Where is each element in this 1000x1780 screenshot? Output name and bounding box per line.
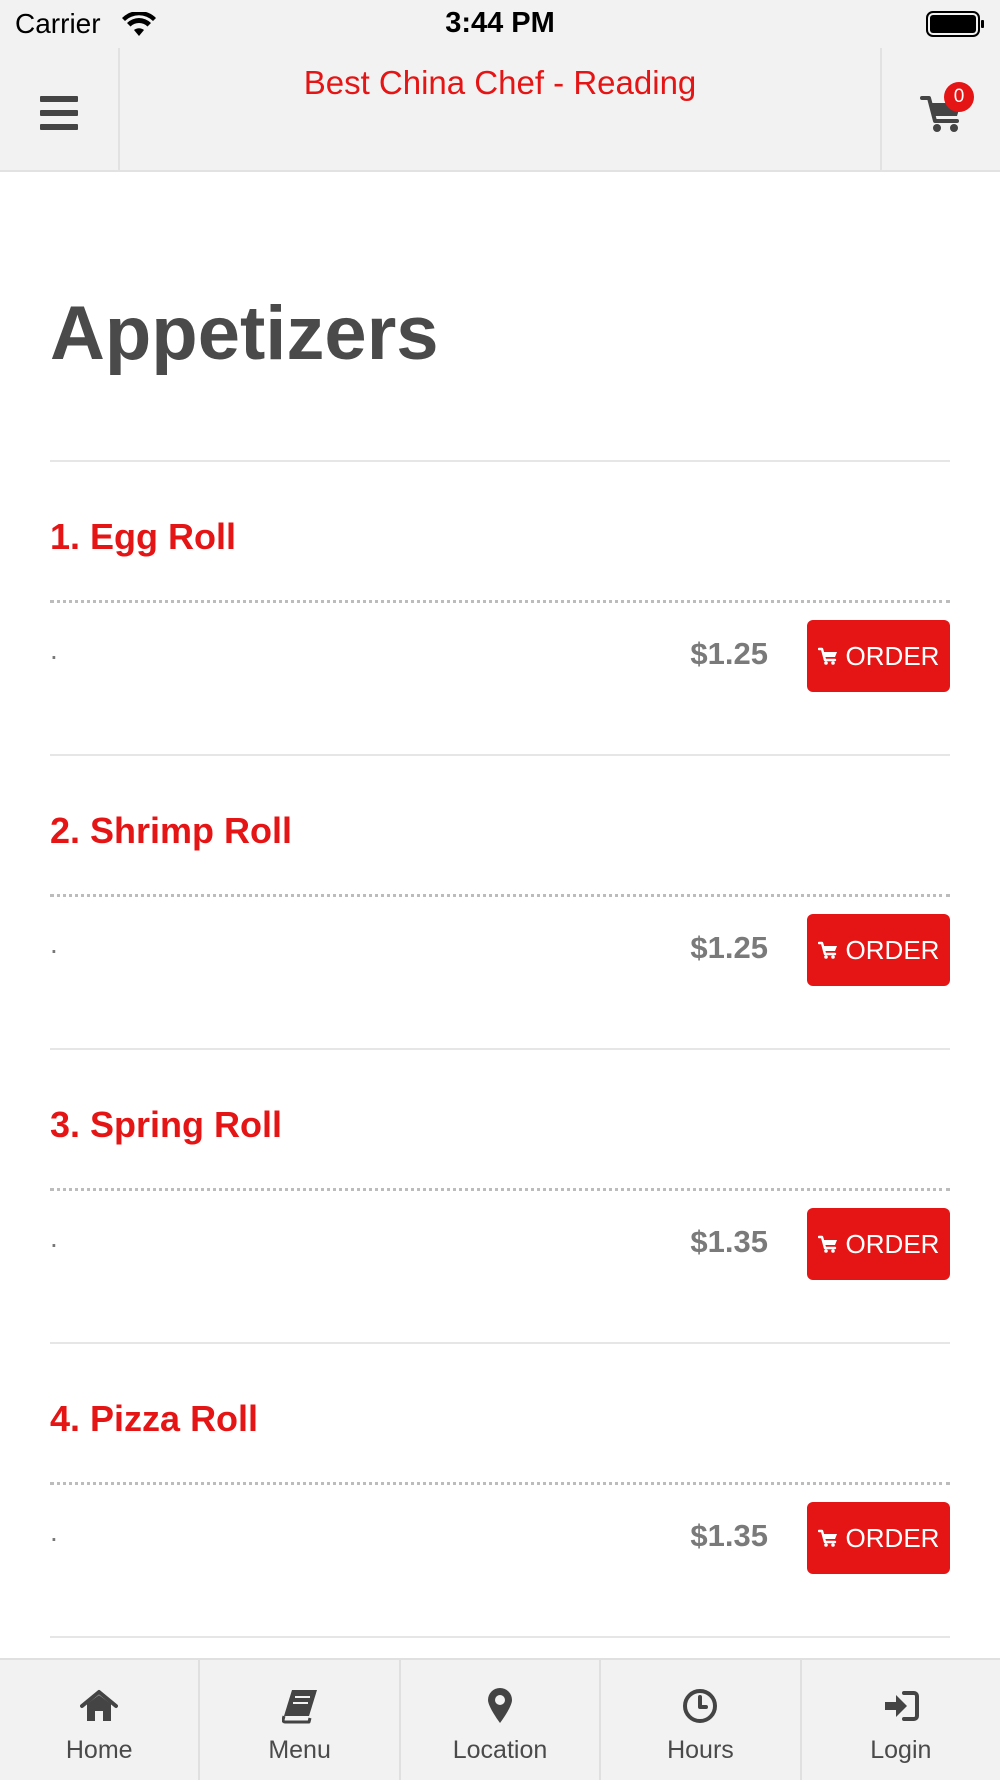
tab-login[interactable]: Login [802, 1660, 1000, 1780]
cart-icon [817, 941, 837, 959]
menu-item: 2. Shrimp Roll . $1.25 ORDER [50, 756, 950, 1050]
order-button[interactable]: ORDER [807, 1502, 950, 1574]
tab-home[interactable]: Home [0, 1660, 201, 1780]
order-button-label: ORDER [845, 1522, 940, 1553]
item-price: $1.35 [690, 1224, 768, 1259]
item-name[interactable]: 4. Pizza Roll [50, 1398, 258, 1440]
battery-icon [926, 11, 984, 37]
tab-label: Login [870, 1736, 932, 1764]
sign-in-icon [884, 1691, 919, 1721]
bottom-tab-bar: Home Menu Location Hours Login [0, 1658, 1000, 1780]
cart-icon [817, 1529, 837, 1547]
order-button-label: ORDER [845, 640, 940, 671]
category-title: Appetizers [50, 291, 439, 376]
tab-location[interactable]: Location [401, 1660, 602, 1780]
status-time: 3:44 PM [445, 7, 555, 39]
item-price: $1.35 [690, 1518, 768, 1553]
clock-icon [683, 1689, 718, 1723]
order-button[interactable]: ORDER [807, 914, 950, 986]
item-description: . [50, 634, 58, 665]
item-name[interactable]: 3. Spring Roll [50, 1104, 282, 1146]
tab-label: Menu [268, 1736, 331, 1764]
menu-item-list: 1. Egg Roll . $1.25 ORDER 2. Shrimp Roll… [50, 460, 950, 1638]
tab-menu[interactable]: Menu [200, 1660, 401, 1780]
menu-button[interactable] [0, 48, 120, 170]
item-name[interactable]: 2. Shrimp Roll [50, 810, 292, 852]
cart-button[interactable]: 0 [880, 48, 1000, 170]
dotted-divider [50, 894, 950, 897]
order-button-label: ORDER [845, 1228, 940, 1259]
cart-count-badge: 0 [944, 82, 974, 112]
item-description: . [50, 1516, 58, 1547]
dotted-divider [50, 1188, 950, 1191]
cart-icon [817, 1235, 837, 1253]
restaurant-title: Best China Chef - Reading [303, 64, 697, 101]
menu-item: 4. Pizza Roll . $1.35 ORDER [50, 1344, 950, 1638]
dotted-divider [50, 1482, 950, 1485]
menu-item: 3. Spring Roll . $1.35 ORDER [50, 1050, 950, 1344]
status-bar: Carrier 3:44 PM [0, 0, 1000, 48]
item-description: . [50, 1222, 58, 1253]
order-button[interactable]: ORDER [807, 620, 950, 692]
order-button[interactable]: ORDER [807, 1208, 950, 1280]
tab-hours[interactable]: Hours [601, 1660, 802, 1780]
item-price: $1.25 [690, 930, 768, 965]
item-name[interactable]: 1. Egg Roll [50, 516, 236, 558]
dotted-divider [50, 600, 950, 603]
item-description: . [50, 928, 58, 959]
order-button-label: ORDER [845, 934, 940, 965]
map-marker-icon [488, 1688, 513, 1723]
cart-icon [817, 647, 837, 665]
tab-label: Hours [667, 1736, 734, 1764]
tab-label: Home [65, 1736, 133, 1764]
home-icon [80, 1690, 119, 1721]
item-price: $1.25 [690, 636, 768, 671]
app-header: Best China Chef - Reading 0 [0, 48, 1000, 172]
book-icon [281, 1690, 317, 1724]
tab-label: Location [452, 1736, 548, 1764]
hamburger-icon [40, 96, 78, 130]
menu-item: 1. Egg Roll . $1.25 ORDER [50, 462, 950, 756]
